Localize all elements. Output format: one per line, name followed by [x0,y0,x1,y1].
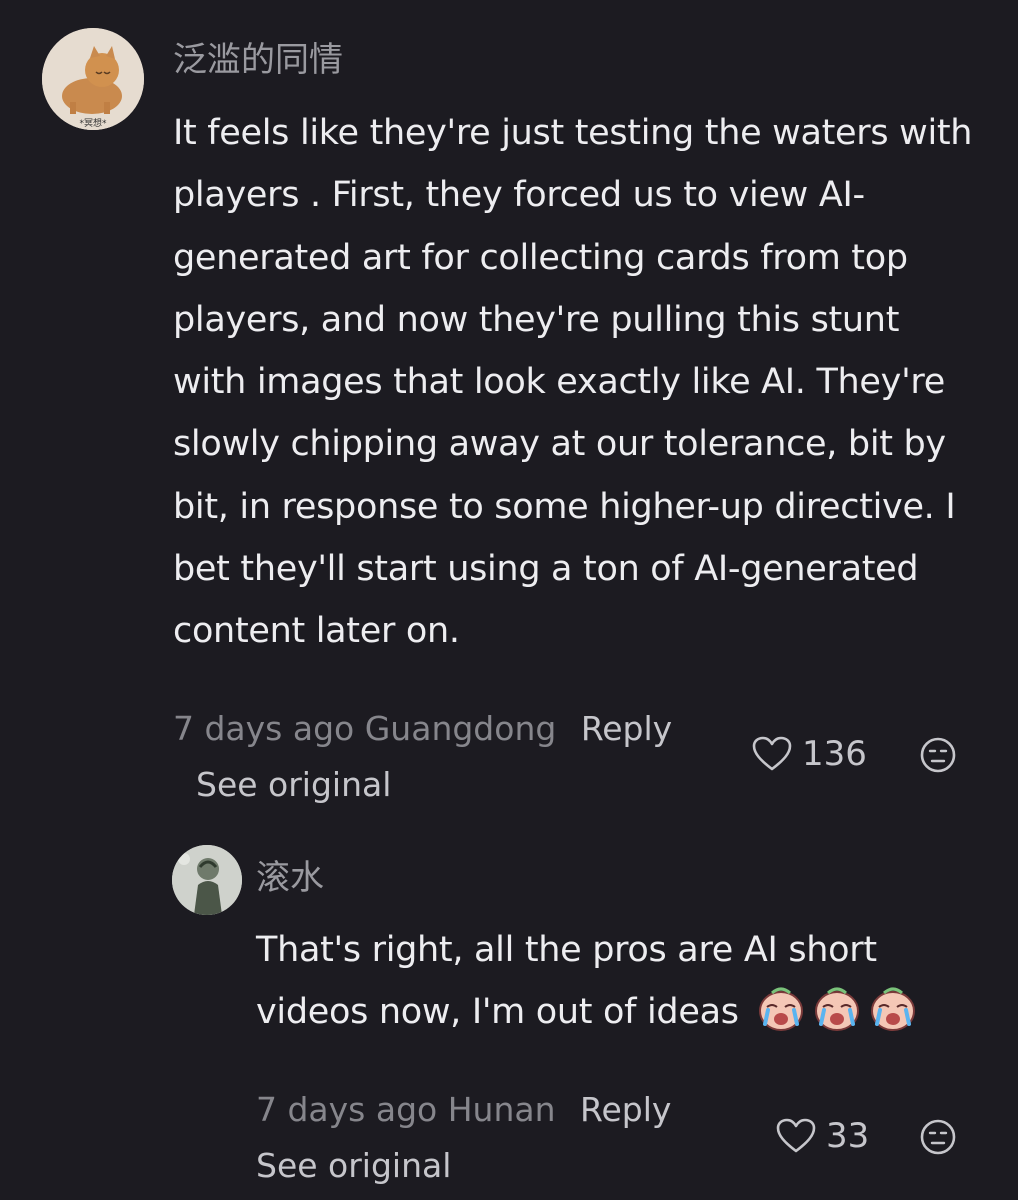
figure-avatar-icon [172,845,242,915]
like-count: 33 [826,1116,870,1156]
see-original-link[interactable]: See original [256,1146,451,1186]
comment-username[interactable]: 滚水 [256,858,324,898]
crying-face-icon [814,987,859,1032]
comment-thread: *冥想* 泛滥的同情 It feels like they're just te… [0,0,1018,1200]
like-button[interactable]: 136 [752,734,867,774]
user-avatar[interactable] [172,845,242,915]
neutral-face-icon [920,737,956,773]
crying-face-emoji [756,983,806,1033]
comment-body: That's right, all the pros are AI short … [256,919,976,1044]
crying-face-emoji [812,983,862,1033]
comment-username[interactable]: 泛滥的同情 [173,40,343,80]
comment-meta: 7 days ago Guangdong Reply [173,709,672,749]
comment-location: Hunan [447,1090,556,1129]
comment-meta: 7 days ago Hunan Reply [256,1090,671,1130]
comment-body: It feels like they're just testing the w… [173,113,973,652]
see-original-link[interactable]: See original [196,765,391,805]
cat-avatar-icon: *冥想* [42,28,144,130]
dislike-button[interactable] [919,736,957,774]
neutral-face-icon [920,1119,956,1155]
reply-button[interactable]: Reply [580,1090,671,1129]
user-avatar[interactable]: *冥想* [42,28,144,130]
svg-text:*冥想*: *冥想* [79,117,107,129]
crying-face-emoji [868,983,918,1033]
dislike-button[interactable] [919,1118,957,1156]
like-count: 136 [802,734,867,774]
comment-location: Guangdong [364,709,557,748]
reply-button[interactable]: Reply [581,709,672,748]
heart-outline-icon [752,736,792,771]
like-button[interactable]: 33 [776,1116,869,1156]
crying-face-icon [870,987,915,1032]
heart-outline-icon [776,1118,816,1153]
crying-face-icon [758,987,803,1032]
comment-time: 7 days ago [256,1090,438,1129]
comment-time: 7 days ago [173,709,355,748]
